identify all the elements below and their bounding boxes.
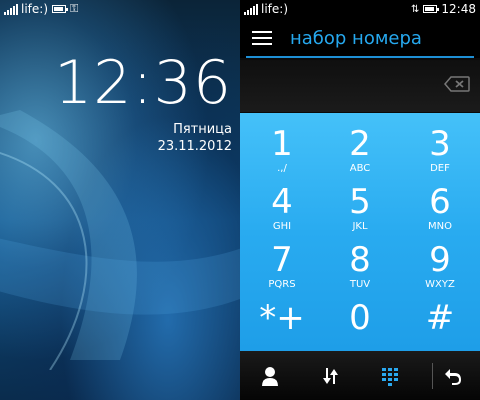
lock-day: Пятница (173, 122, 232, 137)
key-letters: ABC (349, 163, 371, 174)
key-letters: .,/ (277, 163, 287, 174)
dialpad-key-0[interactable]: 1 .,/ (242, 119, 322, 178)
header-divider (246, 56, 474, 58)
dialpad-key-5[interactable]: 6 MNO (400, 177, 480, 236)
data-transfer-icon: ⇅ (411, 3, 420, 15)
contacts-icon (262, 366, 278, 386)
key-letters: JKL (352, 221, 368, 232)
signal-icon (4, 3, 18, 15)
key-digit: 7 (271, 240, 293, 280)
lock-clock: 12:36 (54, 48, 232, 118)
number-input[interactable] (240, 60, 480, 112)
key-digit: 3 (429, 124, 451, 164)
dialpad-key-11[interactable]: # (400, 293, 480, 352)
dialpad: 1 .,/2 ABC 3 DEF 4 GHI 5 JKL 6 MNO 7 PQRS 8 TUV 9 WXYZ *+… (240, 113, 480, 351)
key-digit: # (425, 298, 455, 338)
screen: life:) ⚿ 12:36 Пятница 23.11.2012 life:)… (0, 0, 480, 400)
lock-date: 23.11.2012 (157, 139, 232, 154)
key-digit: 8 (349, 240, 371, 280)
key-letters: DEF (430, 163, 450, 174)
key-lock-icon: ⚿ (70, 2, 79, 15)
key-digit: 5 (349, 182, 371, 222)
contacts-button[interactable] (240, 351, 300, 400)
status-time: 12:48 (441, 2, 476, 16)
dialpad-key-4[interactable]: 5 JKL (320, 177, 400, 236)
key-digit: *+ (259, 298, 305, 338)
key-letters: PQRS (268, 279, 296, 290)
key-letters: MNO (428, 221, 452, 232)
key-letters: TUV (349, 279, 371, 290)
operator-name: life:) (21, 2, 48, 16)
dialpad-button[interactable] (360, 351, 420, 400)
dialpad-key-9[interactable]: *+ (242, 293, 322, 352)
key-letters: GHI (272, 221, 292, 232)
menu-icon[interactable] (252, 31, 272, 45)
status-bar: life:) ⚿ (0, 0, 240, 18)
dialpad-key-7[interactable]: 8 TUV (320, 235, 400, 294)
dialpad-key-6[interactable]: 7 PQRS (242, 235, 322, 294)
key-digit: 9 (429, 240, 451, 280)
key-digit: 6 (429, 182, 451, 222)
dialer-header: набор номера (240, 18, 480, 58)
status-bar: life:) ⇅ 12:48 (240, 0, 480, 18)
back-icon (445, 368, 461, 385)
dialpad-key-10[interactable]: 0 (320, 293, 400, 352)
battery-icon (52, 5, 68, 13)
lock-screen[interactable]: life:) ⚿ 12:36 Пятница 23.11.2012 (0, 0, 240, 400)
operator-name: life:) (261, 2, 288, 16)
signal-icon (244, 3, 258, 15)
dialpad-key-8[interactable]: 9 WXYZ (400, 235, 480, 294)
call-log-button[interactable] (300, 351, 360, 400)
bottom-toolbar (240, 351, 480, 400)
key-digit: 1 (271, 124, 293, 164)
dialpad-key-3[interactable]: 4 GHI (242, 177, 322, 236)
key-digit: 0 (349, 298, 371, 338)
dialer-screen: life:) ⇅ 12:48 набор номера 1 .,/2 ABC 3 DEF… (240, 0, 480, 400)
dialpad-icon (382, 367, 398, 386)
dialpad-key-2[interactable]: 3 DEF (400, 119, 480, 178)
page-title: набор номера (290, 27, 422, 49)
battery-icon (423, 5, 440, 13)
back-button[interactable] (426, 351, 480, 400)
key-digit: 4 (271, 182, 293, 222)
key-digit: 2 (349, 124, 371, 164)
key-letters: WXYZ (425, 279, 455, 290)
backspace-icon[interactable] (444, 76, 470, 92)
call-log-icon (323, 367, 338, 384)
dialpad-key-1[interactable]: 2 ABC (320, 119, 400, 178)
